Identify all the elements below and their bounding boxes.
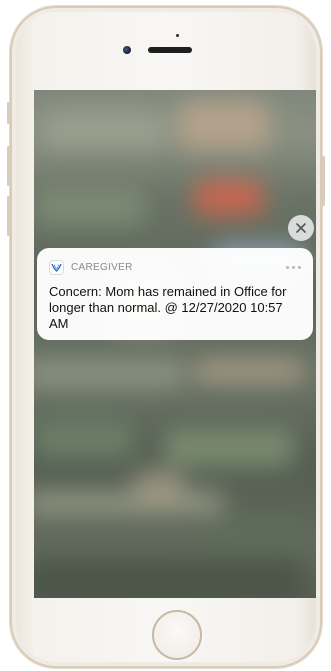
lock-screen: CAREGIVER Concern: Mom has remained in O… [34,90,316,598]
notification-message: Concern: Mom has remained in Office for … [49,284,287,331]
notification-header: CAREGIVER [49,259,301,275]
power-button [322,156,325,206]
more-dots-icon[interactable] [286,265,301,269]
volume-down-button [7,196,10,236]
close-icon [296,223,306,233]
blurred-wallpaper [34,90,316,598]
home-button-icon[interactable] [152,610,202,660]
notification-card[interactable]: CAREGIVER Concern: Mom has remained in O… [37,248,313,340]
volume-up-button [7,146,10,186]
silent-switch [7,102,10,124]
phone-frame: CAREGIVER Concern: Mom has remained in O… [7,6,325,668]
notification-app-name: CAREGIVER [71,261,133,273]
front-camera [123,46,131,54]
proximity-sensor [176,34,179,37]
close-notification-button[interactable] [288,215,314,241]
caregiver-logo-icon [49,259,64,275]
earpiece-speaker [148,47,192,53]
